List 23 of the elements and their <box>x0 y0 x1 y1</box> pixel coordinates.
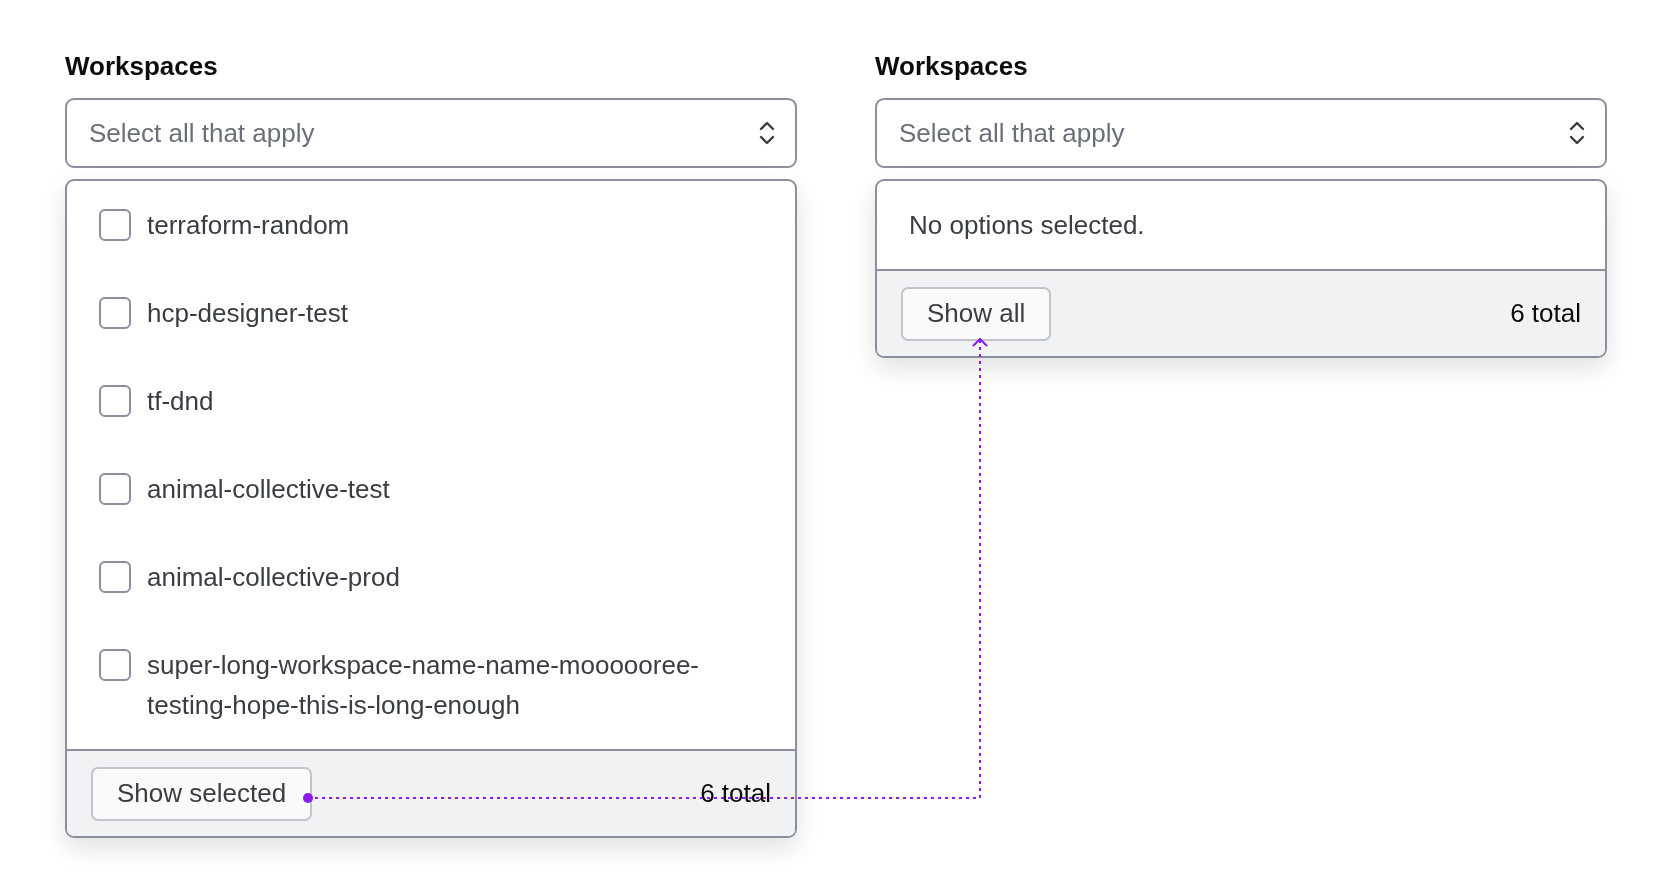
empty-message: No options selected. <box>908 209 1146 242</box>
chevron-up-down-icon <box>1569 120 1585 146</box>
toggle-button[interactable]: Show selected <box>91 766 313 821</box>
total-count: 6 total <box>1510 298 1581 329</box>
chevron-up-down-icon <box>759 120 775 146</box>
option-label[interactable]: terraform-random <box>147 205 350 245</box>
option-label[interactable]: animal-collective-prod <box>147 557 400 597</box>
checkbox[interactable] <box>99 473 131 505</box>
option-label[interactable]: animal-collective-test <box>147 469 390 509</box>
checkbox[interactable] <box>99 385 131 417</box>
checkbox[interactable] <box>99 561 131 593</box>
checkbox[interactable] <box>99 649 131 681</box>
toggle-button[interactable]: Show all <box>901 286 1052 341</box>
option-label[interactable]: super-long-workspace-name-name-moooooree-testing-hope-this-is-long-enough <box>147 645 771 725</box>
checkbox[interactable] <box>99 297 131 329</box>
field-label: Workspaces <box>65 50 219 82</box>
field-label: Workspaces <box>875 50 1029 82</box>
multi-select-field[interactable]: Select all that apply <box>875 98 1607 168</box>
checkbox[interactable] <box>99 209 131 241</box>
option-label[interactable]: tf-dnd <box>147 381 214 421</box>
option-label[interactable]: hcp-designer-test <box>147 293 348 333</box>
multi-select-field[interactable]: Select all that apply <box>65 98 797 168</box>
total-count: 6 total <box>700 778 771 809</box>
